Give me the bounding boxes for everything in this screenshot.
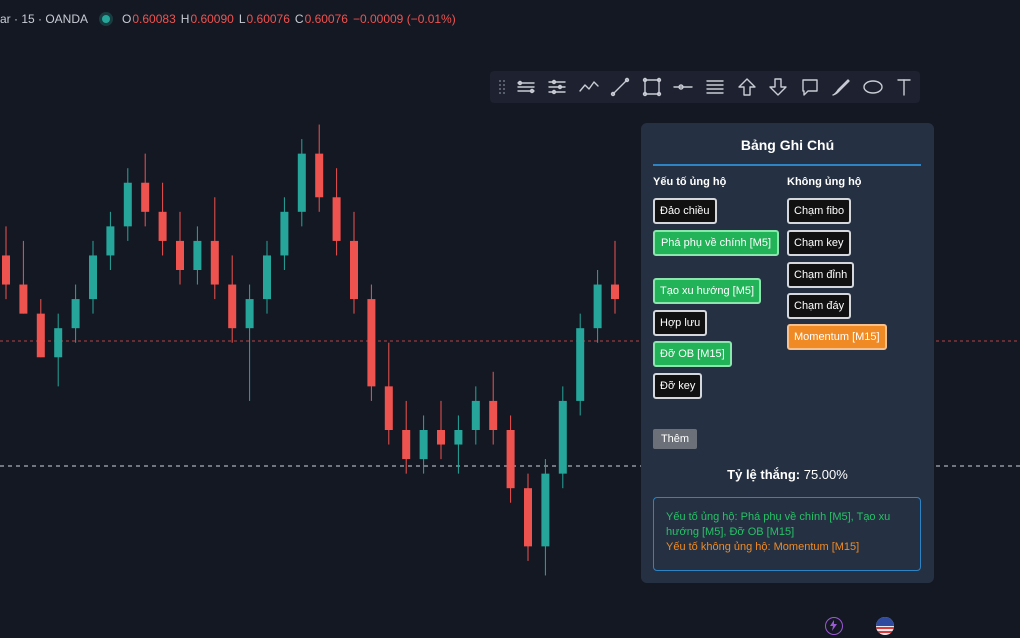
candle-body <box>454 430 463 445</box>
arrow-up-icon[interactable] <box>731 73 763 101</box>
summary-box: Yếu tố ủng hộ: Phá phụ về chính [M5], Tạ… <box>653 497 921 571</box>
close-value: 0.60076 <box>304 12 348 26</box>
candle-body <box>263 255 271 300</box>
title-divider <box>653 164 921 166</box>
trend-line-icon[interactable] <box>604 73 636 101</box>
candle-body <box>54 328 63 358</box>
win-rate-label: Tỷ lệ thắng: <box>727 467 801 482</box>
open-label: O <box>122 12 132 26</box>
candle-body <box>437 430 445 445</box>
regression-channel-icon[interactable] <box>541 73 573 101</box>
tag-cham-day[interactable]: Chạm đáy <box>787 293 852 319</box>
candle-body <box>297 153 306 212</box>
tag-cham-fibo[interactable]: Chạm fibo <box>787 198 852 224</box>
high-value: 0.60090 <box>190 12 234 26</box>
drag-handle-icon[interactable] <box>494 77 510 97</box>
candle-body <box>367 299 376 387</box>
open-value: 0.60083 <box>132 12 176 26</box>
candle-body <box>524 488 532 547</box>
win-rate-value: 75.00% <box>803 467 848 482</box>
candle-body <box>210 240 219 285</box>
candle-body <box>141 182 150 212</box>
candle-body <box>489 400 498 430</box>
candle-body <box>558 400 567 474</box>
tag-dao-chieu[interactable]: Đảo chiều <box>653 198 717 224</box>
horizontal-lines-icon[interactable] <box>699 73 731 101</box>
brush-icon[interactable] <box>825 73 857 101</box>
against-header: Không ủng hộ <box>787 176 862 188</box>
candle-body <box>123 182 132 227</box>
change-value: −0.00009 (−0.01%) <box>352 12 456 26</box>
comment-icon[interactable] <box>794 73 826 101</box>
tag-do-key[interactable]: Đỡ key <box>653 373 703 399</box>
arrow-down-icon[interactable] <box>762 73 794 101</box>
lightning-icon[interactable] <box>825 617 843 635</box>
candle-body <box>158 211 167 241</box>
candle-body <box>350 240 358 300</box>
candle-body <box>541 473 550 547</box>
close-label: C <box>294 12 304 26</box>
support-header: Yếu tố ủng hộ <box>653 176 727 188</box>
low-value: 0.60076 <box>246 12 290 26</box>
candle-body <box>506 430 515 489</box>
symbol-header: ar · 15 · OANDA O 0.60083 H 0.60090 L 0.600… <box>0 10 461 28</box>
zigzag-icon[interactable] <box>573 73 605 101</box>
rectangle-icon[interactable] <box>636 73 668 101</box>
candle-body <box>193 240 202 270</box>
candle-body <box>106 226 115 256</box>
candle-body <box>280 211 289 256</box>
candle-body <box>228 284 237 329</box>
tag-cham-key[interactable]: Chạm key <box>787 230 851 256</box>
notes-panel: Bảng Ghi Chú Yếu tố ủng hộ Không ủng hộ … <box>641 123 934 583</box>
horizontal-ray-icon[interactable] <box>668 73 700 101</box>
summary-against: Yếu tố không ủng hộ: Momentum [M15] <box>666 541 860 553</box>
candle-body <box>384 386 393 430</box>
drawing-toolbar <box>490 71 920 103</box>
summary-support: Yếu tố ủng hộ: Phá phụ về chính [M5], Tạ… <box>666 511 891 538</box>
ellipse-icon[interactable] <box>857 73 889 101</box>
win-rate: Tỷ lệ thắng: 75.00% <box>641 467 934 482</box>
panel-title: Bảng Ghi Chú <box>740 137 835 153</box>
candle-body <box>176 240 184 270</box>
tag-pha-phu-ve-chinh[interactable]: Phá phụ về chính [M5] <box>653 230 779 256</box>
symbol-label[interactable]: ar · 15 · OANDA <box>0 12 88 26</box>
candle-body <box>419 430 428 460</box>
candle-body <box>315 153 324 198</box>
candle-body <box>71 299 80 329</box>
tag-tao-xu-huong[interactable]: Tạo xu hướng [M5] <box>653 278 762 304</box>
candle-body <box>593 284 602 329</box>
candle-body <box>245 299 254 329</box>
low-label: L <box>238 12 246 26</box>
tag-momentum[interactable]: Momentum [M15] <box>787 324 887 350</box>
candle-body <box>576 328 585 401</box>
high-label: H <box>180 12 190 26</box>
candle-body <box>611 284 619 300</box>
tag-hop-luu[interactable]: Hợp lưu <box>653 310 708 336</box>
candle-body <box>19 284 28 314</box>
tag-do-ob[interactable]: Đỡ OB [M15] <box>653 341 732 367</box>
flag-icon[interactable] <box>876 617 894 635</box>
candle-body <box>2 255 10 285</box>
candles-group <box>2 124 619 576</box>
parallel-channel-icon[interactable] <box>510 73 542 101</box>
candle-body <box>332 197 341 241</box>
tag-cham-dinh[interactable]: Chạm đỉnh <box>787 262 855 288</box>
add-button[interactable]: Thêm <box>653 429 697 449</box>
candle-body <box>471 400 480 430</box>
candle-body <box>36 313 45 358</box>
candle-body <box>402 430 411 460</box>
market-status-icon <box>102 15 111 23</box>
candle-body <box>89 255 97 300</box>
text-icon[interactable] <box>889 73 921 101</box>
